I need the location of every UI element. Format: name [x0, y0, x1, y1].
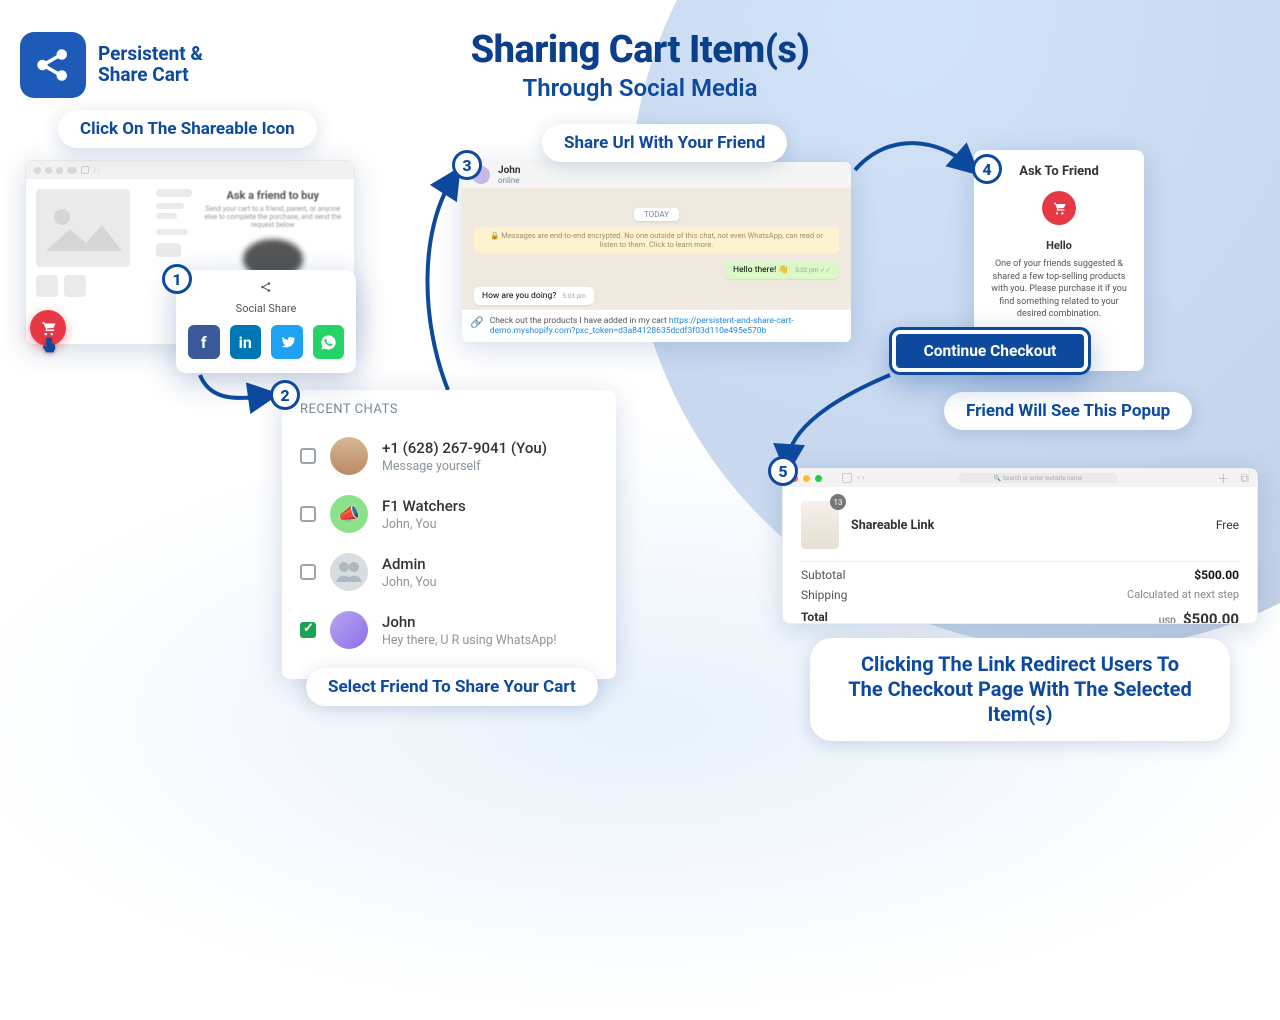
- avatar: [330, 611, 368, 649]
- step-badge-5: 5: [768, 456, 798, 486]
- step3-caption: Share Url With Your Friend: [542, 124, 787, 162]
- avatar: 📣: [330, 495, 368, 533]
- product-name: Shareable Link: [851, 518, 1204, 533]
- tabs-icon[interactable]: ⧉: [1240, 471, 1249, 486]
- page-subtitle: Through Social Media: [471, 74, 810, 102]
- browser-chrome: ‹ › 🔍 Search or enter website name ＋ ⧉: [783, 469, 1257, 487]
- subtotal-label: Subtotal: [801, 568, 846, 582]
- cart-icon: [1042, 191, 1076, 225]
- whatsapp-contact-name: John: [498, 165, 520, 176]
- share-icon: [188, 280, 344, 298]
- chat-name: Admin: [382, 555, 437, 573]
- nav-back-forward[interactable]: ‹ ›: [857, 473, 865, 483]
- checkout-line-item: 13 Shareable Link Free: [801, 497, 1239, 562]
- whatsapp-chat-panel: John online TODAY 🔒 Messages are end-to-…: [462, 162, 851, 342]
- product-price: Free: [1216, 518, 1239, 532]
- brand: Persistent & Share Cart: [20, 32, 203, 98]
- share-app-icon: [20, 32, 86, 98]
- message-time: 5:02 pm ✓✓: [795, 266, 831, 274]
- product-thumbnail: 13: [801, 501, 839, 549]
- twitter-share-button[interactable]: [271, 325, 303, 359]
- whatsapp-header: John online: [462, 162, 851, 188]
- step2-caption: Select Friend To Share Your Cart: [306, 668, 598, 706]
- address-bar[interactable]: 🔍 Search or enter website name: [958, 473, 1118, 483]
- chat-checkbox[interactable]: [300, 622, 316, 638]
- page-title: Sharing Cart Item(s): [471, 28, 810, 72]
- cursor-icon: [38, 334, 58, 356]
- facebook-share-button[interactable]: f: [188, 325, 220, 359]
- whatsapp-status: online: [498, 176, 520, 185]
- date-separator: TODAY: [634, 208, 679, 221]
- whatsapp-composer[interactable]: 🔗 Check out the products I have added in…: [462, 309, 851, 342]
- total-value: $500.00: [1183, 610, 1239, 624]
- step-badge-3: 3: [452, 150, 482, 180]
- avatar: [330, 437, 368, 475]
- popup-title: Ask To Friend: [984, 164, 1134, 179]
- chat-checkbox[interactable]: [300, 448, 316, 464]
- chat-name: F1 Watchers: [382, 497, 466, 515]
- chat-row[interactable]: +1 (628) 267-9041 (You) Message yourself: [300, 427, 598, 485]
- headline: Sharing Cart Item(s) Through Social Medi…: [471, 28, 810, 102]
- step5-caption: Clicking The Link Redirect Users To The …: [810, 638, 1230, 741]
- ask-friend-subtext: Send your cart to a friend, parent, or a…: [202, 205, 344, 229]
- chat-subtitle: John, You: [382, 517, 466, 532]
- step-badge-1: 1: [162, 264, 192, 294]
- step4-caption: Friend Will See This Popup: [944, 392, 1192, 430]
- browser-titlebar: ‹ ›: [26, 161, 354, 179]
- sidebar-toggle-icon[interactable]: [842, 473, 852, 483]
- step-badge-2: 2: [270, 380, 300, 410]
- total-label: Total: [801, 610, 828, 624]
- chat-subtitle: John, You: [382, 575, 437, 590]
- shipping-label: Shipping: [801, 588, 847, 602]
- continue-checkout-button[interactable]: Continue Checkout: [892, 330, 1088, 372]
- avatar: [330, 553, 368, 591]
- shipping-value: Calculated at next step: [1127, 588, 1239, 602]
- subtotal-value: $500.00: [1194, 568, 1239, 582]
- recent-chats-panel: RECENT CHATS +1 (628) 267-9041 (You) Mes…: [282, 390, 616, 679]
- recent-chats-header: RECENT CHATS: [300, 402, 598, 417]
- chat-row[interactable]: 📣 F1 Watchers John, You: [300, 485, 598, 543]
- chat-subtitle: Hey there, U R using WhatsApp!: [382, 633, 557, 648]
- ask-friend-heading: Ask a friend to buy: [226, 189, 319, 202]
- chat-row[interactable]: John Hey there, U R using WhatsApp!: [300, 601, 598, 659]
- chat-row[interactable]: Admin John, You: [300, 543, 598, 601]
- chat-checkbox[interactable]: [300, 506, 316, 522]
- compose-text: Check out the products I have added in m…: [490, 316, 669, 326]
- new-tab-icon[interactable]: ＋: [1217, 470, 1229, 487]
- brand-line-2: Share Cart: [98, 65, 203, 86]
- popup-message: One of your friends suggested & shared a…: [984, 258, 1134, 321]
- message-time: 5:03 pm: [562, 292, 586, 300]
- step-badge-4: 4: [972, 154, 1002, 184]
- step1-caption: Click On The Shareable Icon: [58, 110, 317, 148]
- quantity-badge: 13: [830, 494, 846, 510]
- popup-hello: Hello: [984, 239, 1134, 252]
- chat-name: +1 (628) 267-9041 (You): [382, 439, 547, 457]
- incoming-message: How are you doing? 5:03 pm: [474, 287, 594, 305]
- whatsapp-share-button[interactable]: [313, 325, 345, 359]
- chat-checkbox[interactable]: [300, 564, 316, 580]
- linkedin-share-button[interactable]: in: [230, 325, 262, 359]
- social-share-label: Social Share: [188, 302, 344, 315]
- encryption-notice: 🔒 Messages are end-to-end encrypted. No …: [474, 227, 839, 253]
- chat-subtitle: Message yourself: [382, 459, 547, 474]
- checkout-panel: ‹ › 🔍 Search or enter website name ＋ ⧉ 1…: [782, 468, 1258, 624]
- chat-name: John: [382, 613, 557, 631]
- social-share-popover: Social Share f in: [176, 270, 356, 373]
- outgoing-message: Hello there! 👋 5:02 pm ✓✓: [725, 261, 839, 279]
- attachment-icon[interactable]: 🔗: [470, 316, 484, 336]
- brand-line-1: Persistent &: [98, 44, 203, 65]
- total-currency: USD: [1159, 617, 1176, 624]
